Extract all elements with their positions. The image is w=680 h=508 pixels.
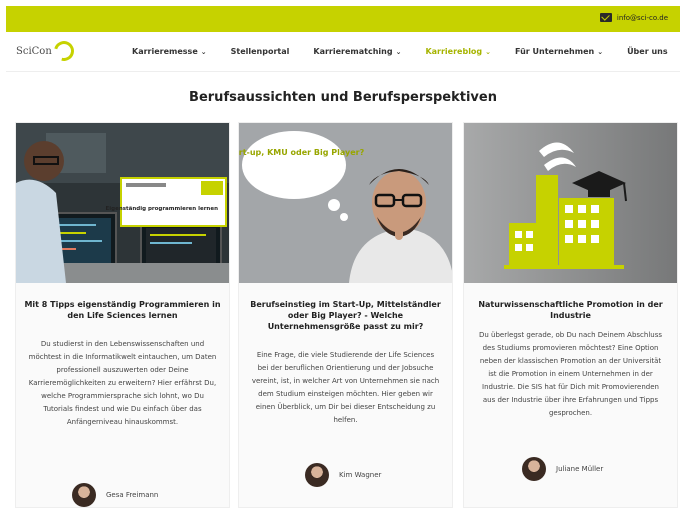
card-author: Kim Wagner xyxy=(305,463,381,487)
avatar xyxy=(305,463,329,487)
blog-card[interactable]: Naturwissenschaftliche Promotion in der … xyxy=(463,122,678,508)
blog-card[interactable]: Start-up, KMU oder Big Player? Berufsein… xyxy=(238,122,453,508)
nav-item-label: Stellenportal xyxy=(230,47,290,56)
logo-text: SciCon xyxy=(16,45,52,57)
company-size-illustration: Start-up, KMU oder Big Player? xyxy=(239,123,452,283)
logo-mark-icon xyxy=(50,37,78,65)
programming-illustration: Eigenständig programmieren lernen xyxy=(16,123,229,283)
nav-item-label: Für Unternehmen xyxy=(515,47,595,56)
contact-email[interactable]: info@sci-co.de xyxy=(617,14,668,22)
logo[interactable]: SciCon xyxy=(16,37,78,65)
main-navigation-bar: SciCon Karrieremesse ⌄ Stellenportal Karr… xyxy=(6,32,680,72)
image-bubble-text: Start-up, KMU oder Big Player? xyxy=(239,148,365,157)
nav-item-stellenportal[interactable]: Stellenportal xyxy=(231,47,290,56)
avatar xyxy=(522,457,546,481)
page-title: Berufsaussichten und Berufsperspektiven xyxy=(189,90,497,105)
nav-item-karriereblog[interactable]: Karriereblog ⌄ xyxy=(425,47,491,56)
top-bar: info@sci-co.de xyxy=(6,6,680,32)
card-text: Du überlegst gerade, ob Du nach Deinem A… xyxy=(478,331,663,417)
author-name: Gesa Freimann xyxy=(106,491,159,499)
card-author: Gesa Freimann xyxy=(72,483,158,507)
nav-item-label: Karrierematching xyxy=(313,47,393,56)
nav-item-ueber-uns[interactable]: Über uns xyxy=(627,47,668,56)
card-image-overlay-title: Eigenständig programmieren lernen xyxy=(106,206,219,212)
chevron-down-icon: ⌄ xyxy=(597,47,604,56)
nav-item-karrierematching[interactable]: Karrierematching ⌄ xyxy=(313,47,401,56)
card-title[interactable]: Berufseinstieg im Start-Up, Mittelständl… xyxy=(247,299,444,332)
card-text: Du studierst in den Lebenswissenschaften… xyxy=(28,340,217,426)
nav-item-fuer-unternehmen[interactable]: Für Unternehmen ⌄ xyxy=(515,47,603,56)
card-author: Juliane Müller xyxy=(522,457,603,481)
author-name: Juliane Müller xyxy=(556,465,604,473)
nav-item-label: Karriereblog xyxy=(425,47,483,56)
blog-card[interactable]: Eigenständig programmieren lernen Mit 8 … xyxy=(15,122,230,508)
card-text: Eine Frage, die viele Studierende der Li… xyxy=(251,351,440,424)
chevron-down-icon: ⌄ xyxy=(395,47,402,56)
nav-menu: Karrieremesse ⌄ Stellenportal Karrieremat… xyxy=(132,47,668,56)
nav-item-karrieremesse[interactable]: Karrieremesse ⌄ xyxy=(132,47,207,56)
card-image-industry-phd[interactable] xyxy=(464,123,677,283)
mail-icon xyxy=(599,13,612,22)
avatar xyxy=(72,483,96,507)
nav-item-label: Karrieremesse xyxy=(132,47,198,56)
card-image-programming[interactable]: Eigenständig programmieren lernen xyxy=(16,123,229,283)
contact-email-link[interactable]: info@sci-co.de xyxy=(599,13,668,22)
card-title[interactable]: Mit 8 Tipps eigenständig Programmieren i… xyxy=(24,299,221,321)
chevron-down-icon: ⌄ xyxy=(200,47,207,56)
chevron-down-icon: ⌄ xyxy=(485,47,492,56)
card-title[interactable]: Naturwissenschaftliche Promotion in der … xyxy=(472,299,669,321)
card-image-company-size[interactable]: Start-up, KMU oder Big Player? xyxy=(239,123,452,283)
nav-item-label: Über uns xyxy=(627,47,668,56)
author-name: Kim Wagner xyxy=(339,471,382,479)
industry-phd-illustration xyxy=(464,123,677,283)
